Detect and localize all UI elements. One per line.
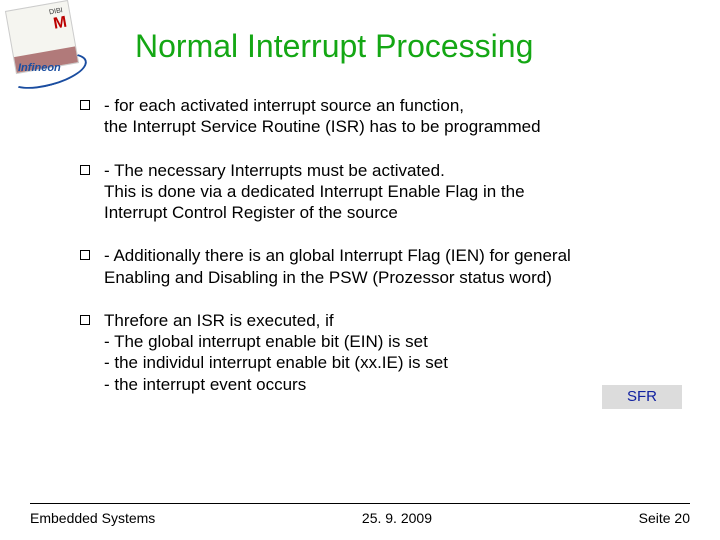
bullet-square-icon: [80, 165, 90, 175]
footer-bar: Embedded Systems 25. 9. 2009 Seite 20: [30, 510, 690, 526]
slide-title: Normal Interrupt Processing: [135, 28, 533, 65]
bullet-item: - Additionally there is an global Interr…: [80, 245, 680, 288]
bullet-item: Threfore an ISR is executed, if - The gl…: [80, 310, 680, 395]
slide-content: - for each activated interrupt source an…: [80, 95, 680, 417]
footer-divider: [30, 503, 690, 504]
bullet-item: - The necessary Interrupts must be activ…: [80, 160, 680, 224]
sfr-label-box: SFR: [602, 385, 682, 409]
bullet-text: Threfore an ISR is executed, if - The gl…: [104, 310, 680, 395]
bullet-text: - Additionally there is an global Interr…: [104, 245, 680, 288]
infineon-logo: Infineon: [8, 56, 86, 84]
bullet-square-icon: [80, 100, 90, 110]
bullet-square-icon: [80, 250, 90, 260]
bullet-text: - The necessary Interrupts must be activ…: [104, 160, 680, 224]
bullet-text: - for each activated interrupt source an…: [104, 95, 680, 138]
bullet-item: - for each activated interrupt source an…: [80, 95, 680, 138]
footer-right: Seite 20: [639, 510, 690, 526]
logo-area: DIBI M Infineon: [0, 0, 95, 95]
infineon-brand-text: Infineon: [18, 62, 61, 74]
logo-m-letter: M: [52, 14, 68, 34]
footer-left: Embedded Systems: [30, 510, 155, 526]
footer-center: 25. 9. 2009: [362, 510, 432, 526]
bullet-square-icon: [80, 315, 90, 325]
